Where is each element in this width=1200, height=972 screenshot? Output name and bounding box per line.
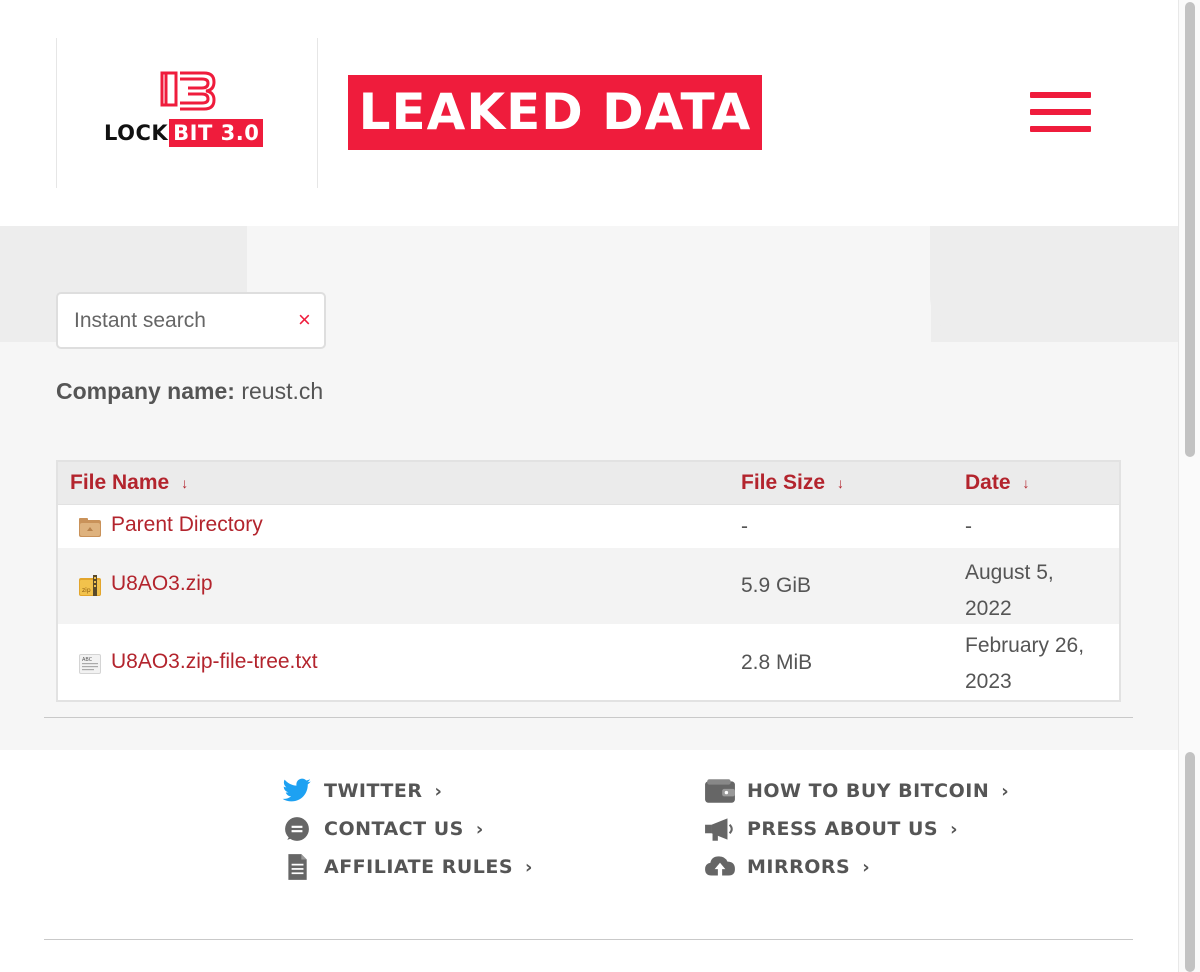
table-header: File Name ↓ File Size ↓ Date ↓ — [58, 462, 1119, 505]
file-name-link[interactable]: U8AO3.zip — [111, 572, 213, 596]
column-header-file-size[interactable]: File Size ↓ — [741, 471, 844, 495]
chevron-right-icon: › — [475, 818, 484, 840]
file-name-link[interactable]: U8AO3.zip-file-tree.txt — [111, 650, 318, 674]
logo-text-lock: LOCK — [104, 121, 169, 145]
footer-link-mirrors[interactable]: MIRRORS › — [704, 852, 870, 882]
table-row: Parent Directory - - — [58, 505, 1119, 548]
footer-link-label: MIRRORS — [747, 856, 851, 878]
chat-icon — [281, 814, 313, 844]
logo-wordmark: LOCK BIT 3.0 — [104, 119, 264, 147]
table-row: zip U8AO3.zip 5.9 GiB August 5, 2022 — [58, 548, 1119, 624]
twitter-icon — [281, 776, 313, 806]
table-row: ABC U8AO3.zip-file-tree.txt 2.8 MiB Febr… — [58, 624, 1119, 700]
search-box: × — [56, 292, 326, 349]
folder-icon — [79, 518, 101, 537]
text-file-icon: ABC — [79, 654, 101, 674]
scrollbar-thumb-lower[interactable] — [1185, 752, 1195, 972]
sort-arrow-icon: ↓ — [1022, 475, 1030, 491]
sort-arrow-icon: ↓ — [181, 475, 189, 491]
file-name-link[interactable]: Parent Directory — [111, 513, 263, 537]
page: LOCK BIT 3.0 LEAKED DATA × Company name:… — [0, 0, 1178, 972]
background-shape-right — [930, 226, 1178, 342]
chevron-right-icon: › — [950, 818, 959, 840]
file-size: 5.9 GiB — [741, 574, 812, 597]
svg-text:zip: zip — [82, 587, 91, 594]
chevron-right-icon: › — [434, 780, 443, 802]
document-icon — [281, 852, 313, 882]
footer-link-how-to-buy-bitcoin[interactable]: HOW TO BUY BITCOIN › — [704, 776, 1009, 806]
leaked-data-banner: LEAKED DATA — [348, 75, 762, 150]
chevron-right-icon: › — [862, 856, 871, 878]
clear-search-icon[interactable]: × — [298, 308, 311, 332]
scrollbar[interactable] — [1178, 0, 1200, 972]
logo[interactable]: LOCK BIT 3.0 — [56, 38, 318, 188]
file-table: File Name ↓ File Size ↓ Date ↓ Parent Direc… — [56, 460, 1121, 702]
footer-link-twitter[interactable]: TWITTER › — [281, 776, 442, 806]
company-name: Company name: reust.ch — [56, 378, 323, 405]
divider — [44, 717, 1133, 718]
file-size: 2.8 MiB — [741, 651, 813, 674]
footer-link-label: CONTACT US — [324, 818, 464, 840]
logo-text-bit: BIT 3.0 — [169, 119, 264, 147]
wallet-icon — [704, 776, 736, 806]
file-date: August 5, 2022 — [965, 561, 1054, 620]
lockbit-logo-mark-icon — [160, 71, 216, 111]
background-shape — [247, 226, 931, 342]
footer-link-label: AFFILIATE RULES — [324, 856, 514, 878]
company-name-value: reust.ch — [241, 378, 324, 404]
site-header: LOCK BIT 3.0 LEAKED DATA — [0, 0, 1178, 226]
search-input[interactable] — [74, 306, 284, 336]
megaphone-icon — [704, 814, 736, 844]
footer-link-contact-us[interactable]: CONTACT US › — [281, 814, 484, 844]
footer-link-label: HOW TO BUY BITCOIN — [747, 780, 990, 802]
cloud-upload-icon — [704, 852, 736, 882]
file-date: - — [965, 515, 972, 538]
footer-link-press-about-us[interactable]: PRESS ABOUT US › — [704, 814, 958, 844]
zip-file-icon: zip — [79, 575, 101, 596]
footer-link-affiliate-rules[interactable]: AFFILIATE RULES › — [281, 852, 533, 882]
company-name-label: Company name: — [56, 378, 235, 404]
column-header-date[interactable]: Date ↓ — [965, 471, 1030, 495]
file-size: - — [741, 515, 748, 538]
menu-hamburger-icon[interactable] — [1030, 92, 1091, 132]
footer-link-label: PRESS ABOUT US — [747, 818, 939, 840]
sort-arrow-icon: ↓ — [837, 475, 845, 491]
scrollbar-thumb[interactable] — [1185, 2, 1195, 457]
footer-divider — [44, 939, 1133, 940]
site-footer: TWITTER › CONTACT US › AFFILIATE RULES ›… — [0, 750, 1178, 972]
chevron-right-icon: › — [525, 856, 533, 878]
file-date: February 26, 2023 — [965, 634, 1085, 693]
column-header-file-name[interactable]: File Name ↓ — [70, 471, 188, 495]
svg-text:ABC: ABC — [82, 657, 93, 663]
footer-link-label: TWITTER — [324, 780, 423, 802]
chevron-right-icon: › — [1001, 780, 1010, 802]
